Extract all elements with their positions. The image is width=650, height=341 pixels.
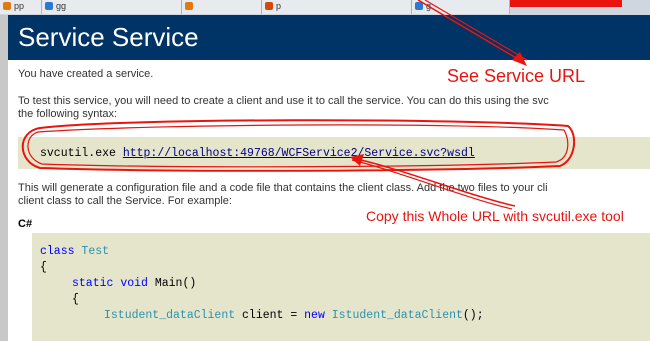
tab-label: p xyxy=(276,1,282,11)
code-line: class Test xyxy=(40,245,109,258)
command-box: svcutil.exe http://localhost:49768/WCFSe… xyxy=(18,137,650,169)
config-note-line-2: client class to call the Service. For ex… xyxy=(18,195,232,207)
svcutil-command: svcutil.exe xyxy=(40,147,116,160)
browser-tab[interactable]: g xyxy=(412,0,510,14)
code-line: { xyxy=(72,293,79,306)
browser-tab[interactable] xyxy=(182,0,262,14)
code-keyword: class xyxy=(40,245,75,258)
red-highlight-bar xyxy=(510,0,622,7)
code-type: Test xyxy=(81,245,110,258)
config-note-line-1: This will generate a configuration file … xyxy=(18,182,548,194)
code-type: Istudent_dataClient xyxy=(104,309,236,322)
browser-tab-strip: pp gg p g xyxy=(0,0,650,16)
code-text: Main() xyxy=(154,277,197,290)
instructions-line-2: the following syntax: xyxy=(18,108,118,120)
code-keyword: void xyxy=(120,277,148,290)
code-keyword: new xyxy=(304,309,325,322)
code-keyword: static xyxy=(72,277,114,290)
page-title: Service Service xyxy=(18,22,199,52)
created-message: You have created a service. xyxy=(18,68,154,80)
instructions-line-1: To test this service, you will need to c… xyxy=(18,95,549,107)
tab-label: gg xyxy=(56,1,67,11)
service-page: Service Service You have created a servi… xyxy=(8,15,650,341)
browser-tab[interactable]: gg xyxy=(42,0,182,14)
code-line: static void Main() xyxy=(72,277,196,290)
tab-favicon-icon xyxy=(3,2,11,10)
tab-favicon-icon xyxy=(45,2,53,10)
see-service-url-annotation: See Service URL xyxy=(447,66,586,86)
tab-label: g xyxy=(426,1,432,11)
browser-tab[interactable]: p xyxy=(262,0,412,14)
page-header: Service Service xyxy=(8,15,650,60)
tab-favicon-icon xyxy=(265,2,273,10)
tab-favicon-icon xyxy=(415,2,423,10)
code-text: client = xyxy=(242,309,298,322)
code-type: Istudent_dataClient xyxy=(331,309,463,322)
code-line: { xyxy=(40,261,47,274)
browser-tab[interactable]: pp xyxy=(0,0,42,14)
copy-url-annotation: Copy this Whole URL with svcutil.exe too… xyxy=(366,208,624,224)
tab-favicon-icon xyxy=(185,2,193,10)
command-line: svcutil.exe http://localhost:49768/WCFSe… xyxy=(40,147,475,160)
tab-label: pp xyxy=(14,1,25,11)
code-line: Istudent_dataClient client = new Istuden… xyxy=(104,309,484,322)
code-sample-box: class Test { static void Main() { Istude… xyxy=(32,233,650,341)
service-wsdl-link[interactable]: http://localhost:49768/WCFService2/Servi… xyxy=(123,147,475,160)
code-text: (); xyxy=(462,309,484,322)
language-label: C# xyxy=(18,218,33,230)
